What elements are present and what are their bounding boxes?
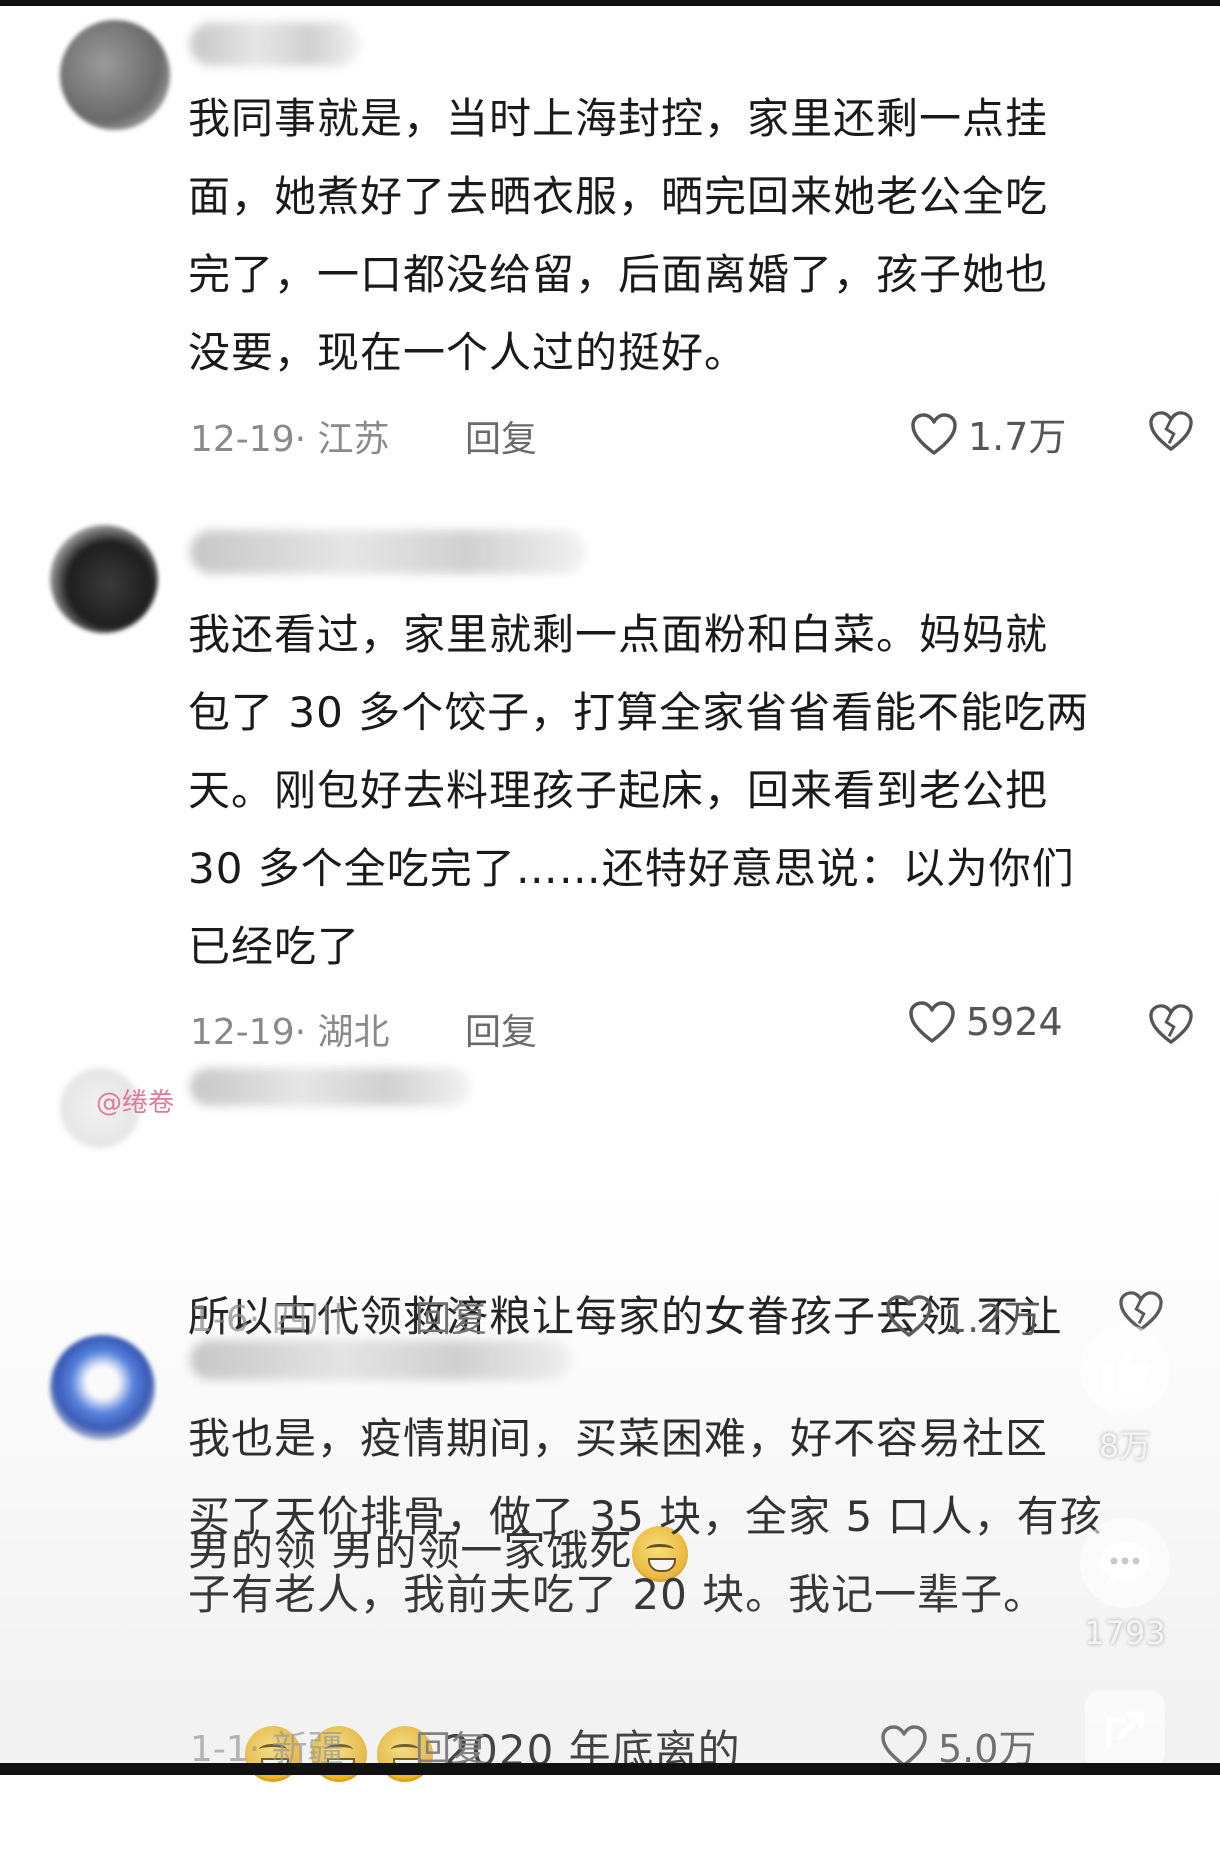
comment-meta: 12-19· 湖北: [190, 1012, 390, 1053]
heart-outline-icon: [880, 1724, 928, 1768]
side-like-count: 8万: [1098, 1427, 1152, 1465]
heart-outline-icon: [908, 1000, 956, 1044]
like-button[interactable]: 1.2万: [885, 1288, 1041, 1343]
avatar[interactable]: [50, 525, 158, 633]
comment-bubble-icon: [1080, 1518, 1170, 1608]
comment-text: 我同事就是，当时上海封控，家里还剩一点挂 面，她煮好了去晒衣服，晒完回来她老公全…: [188, 94, 1049, 377]
side-share-action[interactable]: [1060, 1690, 1190, 1770]
comment-text: 我还看过，家里就剩一点面粉和白菜。妈妈就 包了 30 多个饺子，打算全家省省看能…: [188, 610, 1090, 971]
comment-meta: 12-19· 江苏: [190, 419, 390, 460]
side-comment-count: 1793: [1084, 1614, 1166, 1652]
like-button[interactable]: 5924: [908, 1000, 1063, 1044]
comment-meta: 1-6· 四川: [190, 1299, 344, 1340]
reply-button[interactable]: 回复: [465, 410, 537, 462]
mention-tag[interactable]: @绻卷: [96, 1082, 174, 1119]
username-blurred[interactable]: [190, 1340, 570, 1380]
side-like-action[interactable]: 8万: [1060, 1325, 1190, 1467]
like-count: 5924: [966, 1000, 1063, 1044]
side-comment-action[interactable]: 1793: [1060, 1518, 1190, 1652]
avatar[interactable]: [50, 1335, 155, 1440]
top-frame-bar: [0, 0, 1220, 6]
like-button[interactable]: 1.7万: [910, 406, 1066, 461]
avatar[interactable]: [60, 20, 170, 130]
broken-heart-icon[interactable]: [1148, 410, 1194, 452]
heart-outline-icon: [885, 1294, 933, 1338]
comment-text: 我也是，疫情期间，买菜困难，好不容易社区 买了天价排骨，做了 35 块，全家 5…: [188, 1414, 1103, 1619]
username-blurred[interactable]: [190, 530, 585, 574]
broken-heart-icon[interactable]: [1148, 1003, 1194, 1045]
username-blurred[interactable]: [190, 1068, 470, 1106]
share-icon: [1085, 1690, 1165, 1770]
thumbs-up-icon: [1080, 1325, 1170, 1415]
like-count: 1.2万: [943, 1297, 1042, 1341]
username-blurred[interactable]: [190, 22, 360, 66]
reply-button[interactable]: 回复: [415, 1290, 487, 1342]
like-count: 1.7万: [968, 415, 1067, 459]
heart-outline-icon: [910, 412, 958, 456]
bottom-frame-bar: [0, 1763, 1220, 1775]
reply-button[interactable]: 回复: [465, 1003, 537, 1055]
